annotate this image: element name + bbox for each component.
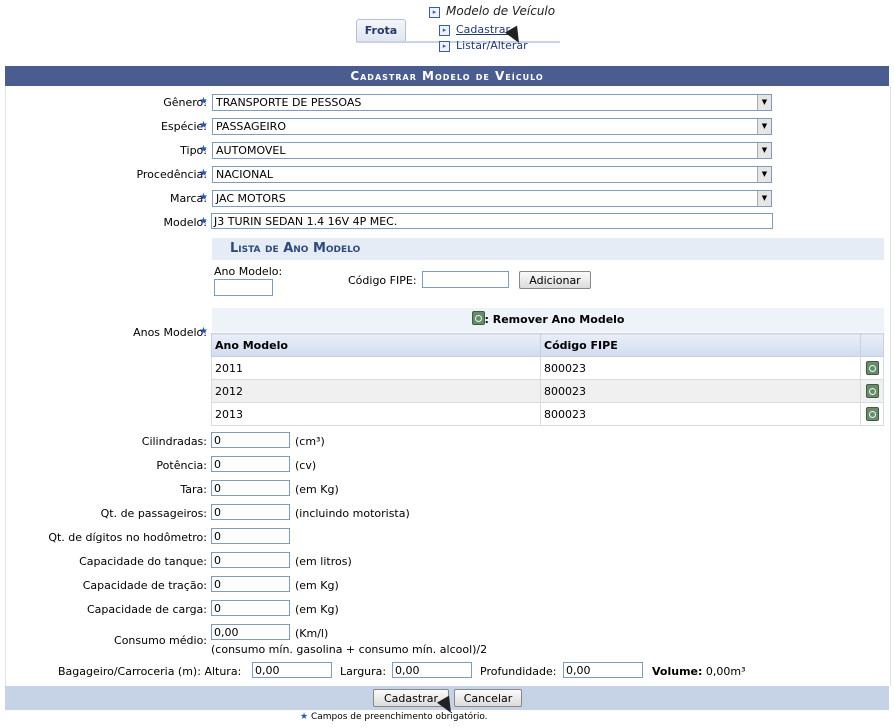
remove-legend: : Remover Ano Modelo: [212, 308, 884, 332]
table-row: 2011 800023: [211, 356, 884, 380]
required-note: ★ Campos de preenchimento obrigatório.: [300, 712, 488, 722]
passageiros-unit: (incluindo motorista): [295, 507, 410, 520]
consumo-input[interactable]: 0,00: [211, 624, 290, 640]
fipe-cell: 800023: [540, 356, 861, 380]
lista-ano-modelo-header: Lista de Ano Modelo: [212, 238, 884, 260]
potencia-input[interactable]: 0: [211, 456, 290, 472]
digitos-input[interactable]: 0: [211, 528, 290, 544]
ano-modelo-input[interactable]: [214, 279, 273, 296]
ano-cell: 2013: [211, 402, 541, 426]
cancelar-button[interactable]: Cancelar: [454, 689, 522, 707]
required-star-icon: ★: [199, 168, 208, 179]
especie-select[interactable]: PASSAGEIRO ▼: [212, 118, 772, 135]
bullet-icon: ▸: [439, 41, 450, 52]
required-star-icon: ★: [199, 326, 208, 337]
fipe-cell: 800023: [540, 379, 861, 403]
digitos-label: Qt. de dígitos no hodômetro:: [48, 531, 207, 544]
tracao-unit: (em Kg): [295, 579, 339, 592]
tara-unit: (em Kg): [295, 483, 339, 496]
tanque-label: Capacidade do tanque:: [79, 555, 207, 568]
tipo-select[interactable]: AUTOMOVEL ▼: [212, 142, 772, 159]
potencia-label: Potência:: [156, 459, 207, 472]
menu-item-cadastrar[interactable]: ▸ Cadastrar: [439, 23, 510, 36]
profundidade-input[interactable]: 0,00: [563, 662, 643, 678]
dropdown-arrow-icon: ▼: [757, 191, 771, 206]
table-row: 2013 800023: [211, 402, 884, 426]
procedencia-select[interactable]: NACIONAL ▼: [212, 166, 772, 183]
consumo-note: (consumo mín. gasolina + consumo mín. al…: [211, 643, 488, 656]
carga-unit: (em Kg): [295, 603, 339, 616]
dropdown-arrow-icon: ▼: [757, 119, 771, 134]
tara-input[interactable]: 0: [211, 480, 290, 496]
remove-row-button[interactable]: [860, 402, 884, 426]
anos-modelo-label: Anos Modelo:: [133, 326, 207, 339]
tanque-input[interactable]: 0: [211, 552, 290, 568]
modelo-input[interactable]: J3 TURIN SEDAN 1.4 16V 4P MEC.: [211, 213, 773, 229]
table-header-row: Ano Modelo Código FIPE: [211, 333, 884, 357]
dropdown-arrow-icon: ▼: [757, 95, 771, 110]
trash-icon: [471, 311, 485, 325]
trash-icon: [865, 406, 879, 421]
table-row: 2012 800023: [211, 379, 884, 403]
trash-icon: [865, 360, 879, 375]
required-star-icon: ★: [300, 712, 309, 722]
ano-modelo-label: Ano Modelo:: [214, 265, 283, 278]
profundidade-label: Profundidade:: [480, 665, 557, 678]
carga-label: Capacidade de carga:: [86, 603, 207, 616]
trash-icon: [865, 383, 879, 398]
remove-row-button[interactable]: [860, 379, 884, 403]
passageiros-label: Qt. de passageiros:: [100, 507, 207, 520]
codigo-fipe-input[interactable]: [422, 271, 509, 288]
passageiros-input[interactable]: 0: [211, 504, 290, 520]
required-star-icon: ★: [199, 120, 208, 131]
cilindradas-input[interactable]: 0: [211, 432, 290, 448]
consumo-unit: (Km/l): [295, 627, 329, 640]
menu-section-title: ▸ Modelo de Veículo: [429, 4, 555, 18]
marca-select[interactable]: JAC MOTORS ▼: [212, 190, 772, 207]
altura-input[interactable]: 0,00: [252, 662, 332, 678]
col-actions: [860, 333, 884, 357]
required-star-icon: ★: [199, 96, 208, 107]
volume-readout: Volume: 0,00m³: [652, 665, 746, 678]
required-star-icon: ★: [199, 192, 208, 203]
largura-input[interactable]: 0,00: [392, 662, 472, 678]
required-star-icon: ★: [199, 144, 208, 155]
largura-label: Largura:: [340, 665, 387, 678]
potencia-unit: (cv): [295, 459, 317, 472]
form-caption: Cadastrar Modelo de Veículo: [5, 66, 889, 86]
tara-label: Tara:: [180, 483, 207, 496]
col-codigo-fipe: Código FIPE: [540, 333, 861, 357]
remove-row-button[interactable]: [860, 356, 884, 380]
tanque-unit: (em litros): [295, 555, 352, 568]
bullet-icon: ▸: [439, 25, 450, 36]
codigo-fipe-label: Código FIPE:: [348, 274, 417, 287]
bullet-icon: ▸: [429, 7, 440, 18]
dropdown-arrow-icon: ▼: [757, 167, 771, 182]
procedencia-label: Procedência:: [136, 168, 207, 181]
tracao-input[interactable]: 0: [211, 576, 290, 592]
consumo-label: Consumo médio:: [114, 634, 207, 647]
fipe-cell: 800023: [540, 402, 861, 426]
ano-cell: 2012: [211, 379, 541, 403]
cilindradas-unit: (cm³): [295, 435, 325, 448]
adicionar-button[interactable]: Adicionar: [519, 271, 591, 289]
anos-modelo-table: Ano Modelo Código FIPE 2011 800023 2012 …: [211, 333, 884, 426]
tracao-label: Capacidade de tração:: [82, 579, 207, 592]
genero-select[interactable]: TRANSPORTE DE PESSOAS ▼: [212, 94, 772, 111]
required-star-icon: ★: [199, 216, 208, 227]
carga-input[interactable]: 0: [211, 600, 290, 616]
ano-cell: 2011: [211, 356, 541, 380]
cilindradas-label: Cilindradas:: [141, 435, 207, 448]
dropdown-arrow-icon: ▼: [757, 143, 771, 158]
col-ano-modelo: Ano Modelo: [211, 333, 541, 357]
bagageiro-label: Bagageiro/Carroceria (m): Altura:: [58, 665, 242, 678]
tab-frota[interactable]: Frota: [356, 19, 406, 42]
